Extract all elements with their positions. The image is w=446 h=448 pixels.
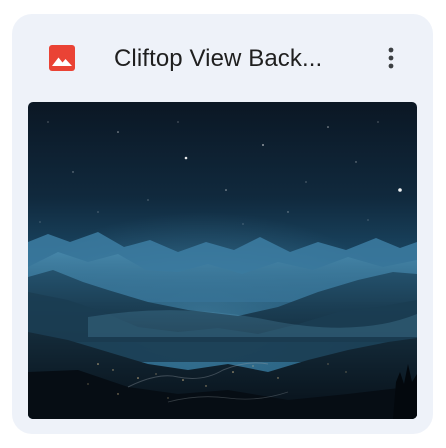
image-file-icon (49, 45, 75, 71)
file-title: Cliftop View Back... (114, 45, 323, 72)
thumbnail-image (28, 102, 417, 419)
image-thumbnail[interactable] (28, 102, 417, 419)
more-vert-icon (388, 46, 394, 75)
file-card[interactable]: Cliftop View Back... (12, 14, 433, 434)
more-options-button[interactable] (374, 40, 408, 80)
card-header: Cliftop View Back... (12, 14, 433, 102)
